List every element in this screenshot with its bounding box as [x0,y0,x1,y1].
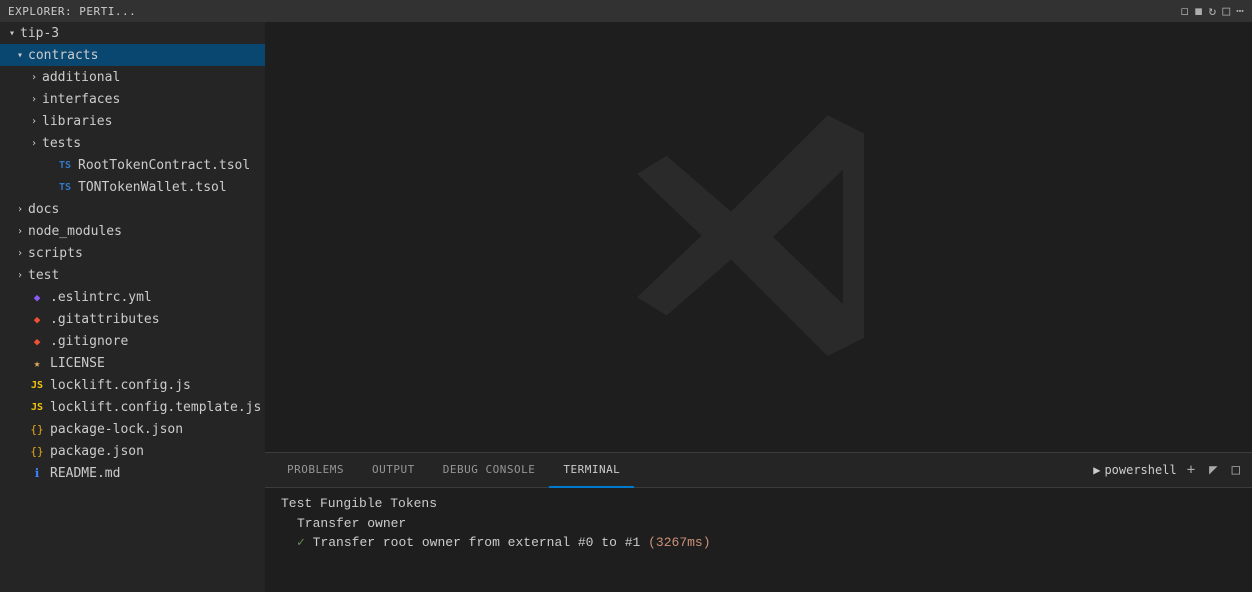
sidebar-label-readme: README.md [50,466,120,481]
sidebar-label-packagelock: package-lock.json [50,422,183,437]
split-terminal-icon[interactable]: ◤ [1205,460,1221,480]
term-line-success: ✓ Transfer root owner from external #0 t… [281,533,1236,553]
license-icon: ★ [28,354,46,372]
sidebar-label-eslintrc: .eslintrc.yml [50,290,152,305]
sidebar-label-contracts: contracts [28,48,98,63]
panel-tab-bar: PROBLEMS OUTPUT DEBUG CONSOLE TERMINAL ▶… [265,453,1252,488]
terminal-icon: ▶ [1093,463,1100,477]
tab-problems[interactable]: PROBLEMS [273,453,358,488]
sidebar-item-scripts[interactable]: › scripts [0,242,265,264]
term-line-heading: Test Fungible Tokens [281,494,1236,514]
tab-output[interactable]: OUTPUT [358,453,429,488]
sidebar-item-roottoken[interactable]: › TS RootTokenContract.tsol [0,154,265,176]
file-explorer-sidebar: ▾ tip-3 ▾ contracts › additional › inter… [0,22,265,592]
collapse-icon[interactable]: □ [1222,4,1230,19]
term-line-subheading: Transfer owner [281,514,1236,534]
explorer-header: EXPLORER: PERTI... ◻ ◼ ↻ □ ⋯ [0,0,1252,22]
tab-debug-console[interactable]: DEBUG CONSOLE [429,453,550,488]
sidebar-label-test: test [28,268,59,283]
sidebar-item-gitignore[interactable]: › ◆ .gitignore [0,330,265,352]
sidebar-item-additional[interactable]: › additional [0,66,265,88]
sidebar-label-libraries: libraries [42,114,112,129]
folder-arrow-additional: › [26,69,42,85]
sidebar-label-nodemodules: node_modules [28,224,122,239]
git-icon-gitignore: ◆ [28,332,46,350]
sidebar-label-tontoken: TONTokenWallet.tsol [78,180,227,195]
git-icon-gitattributes: ◆ [28,310,46,328]
editor-area [265,22,1252,452]
folder-arrow-tip3: ▾ [4,25,20,41]
folder-arrow-nodemodules: › [12,223,28,239]
new-folder-icon[interactable]: ◼ [1195,4,1203,19]
eslint-icon: ◆ [28,288,46,306]
refresh-icon[interactable]: ↻ [1209,4,1217,19]
sidebar-label-locklifttemplate: locklift.config.template.js [50,400,261,415]
tab-problems-label: PROBLEMS [287,463,344,476]
check-icon: ✓ [297,535,313,550]
folder-arrow-docs: › [12,201,28,217]
folder-arrow-scripts: › [12,245,28,261]
sidebar-item-gitattributes[interactable]: › ◆ .gitattributes [0,308,265,330]
sidebar-item-tontoken[interactable]: › TS TONTokenWallet.tsol [0,176,265,198]
sidebar-label-tip3: tip-3 [20,26,59,41]
sidebar-label-interfaces: interfaces [42,92,120,107]
info-icon-readme: ℹ [28,464,46,482]
sidebar-item-lockliftconfig[interactable]: › JS locklift.config.js [0,374,265,396]
sidebar-item-nodemodules[interactable]: › node_modules [0,220,265,242]
sidebar-label-additional: additional [42,70,120,85]
vscode-watermark-logo [619,97,899,377]
sidebar-label-docs: docs [28,202,59,217]
sidebar-item-packagelock[interactable]: › {} package-lock.json [0,418,265,440]
sidebar-label-tests: tests [42,136,81,151]
sidebar-item-locklifttemplate[interactable]: › JS locklift.config.template.js [0,396,265,418]
js-icon-locklift: JS [28,376,46,394]
json-icon-packagelock: {} [28,420,46,438]
tab-terminal[interactable]: TERMINAL [549,453,634,488]
sidebar-item-eslintrc[interactable]: › ◆ .eslintrc.yml [0,286,265,308]
js-icon-locklifttemplate: JS [28,398,46,416]
folder-arrow-tests: › [26,135,42,151]
tab-debug-console-label: DEBUG CONSOLE [443,463,536,476]
tsol-icon-tontoken: TS [56,178,74,196]
terminal-output: Test Fungible Tokens Transfer owner ✓ Tr… [265,488,1252,592]
sidebar-item-packagejson[interactable]: › {} package.json [0,440,265,462]
sidebar-item-license[interactable]: › ★ LICENSE [0,352,265,374]
sidebar-item-tip3[interactable]: ▾ tip-3 [0,22,265,44]
tab-output-label: OUTPUT [372,463,415,476]
folder-arrow-test: › [12,267,28,283]
sidebar-label-scripts: scripts [28,246,83,261]
json-icon-packagejson: {} [28,442,46,460]
sidebar-label-packagejson: package.json [50,444,144,459]
sidebar-item-readme[interactable]: › ℹ README.md [0,462,265,484]
add-terminal-icon[interactable]: + [1183,460,1199,480]
terminal-label: ▶ powershell [1093,463,1176,477]
maximize-panel-icon[interactable]: □ [1228,460,1244,480]
new-file-icon[interactable]: ◻ [1181,4,1189,19]
sidebar-item-test[interactable]: › test [0,264,265,286]
sidebar-label-gitattributes: .gitattributes [50,312,160,327]
explorer-title: EXPLORER: PERTI... [8,5,1175,18]
sidebar-label-license: LICENSE [50,356,105,371]
sidebar-label-gitignore: .gitignore [50,334,128,349]
explorer-actions: ◻ ◼ ↻ □ ⋯ [1181,4,1244,19]
bottom-panel: PROBLEMS OUTPUT DEBUG CONSOLE TERMINAL ▶… [265,452,1252,592]
sidebar-item-libraries[interactable]: › libraries [0,110,265,132]
sidebar-item-tests[interactable]: › tests [0,132,265,154]
folder-arrow-libraries: › [26,113,42,129]
sidebar-item-interfaces[interactable]: › interfaces [0,88,265,110]
sidebar-label-roottoken: RootTokenContract.tsol [78,158,250,173]
sidebar-label-lockliftconfig: locklift.config.js [50,378,191,393]
tab-terminal-label: TERMINAL [563,463,620,476]
panel-actions: ▶ powershell + ◤ □ [1093,460,1244,480]
folder-arrow-interfaces: › [26,91,42,107]
main-layout: ▾ tip-3 ▾ contracts › additional › inter… [0,22,1252,592]
sidebar-item-docs[interactable]: › docs [0,198,265,220]
sidebar-item-contracts[interactable]: ▾ contracts [0,44,265,66]
folder-arrow-contracts: ▾ [12,47,28,63]
more-icon[interactable]: ⋯ [1236,4,1244,19]
tsol-icon-roottoken: TS [56,156,74,174]
